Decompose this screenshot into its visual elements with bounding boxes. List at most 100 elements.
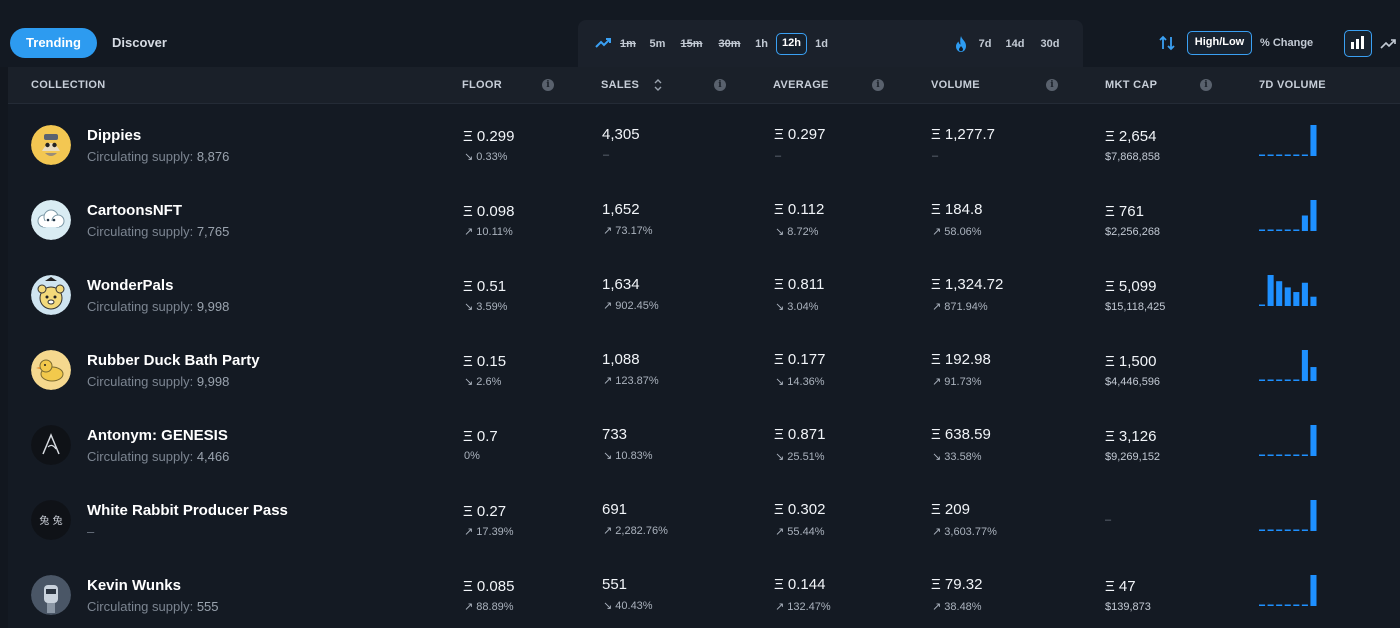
timeframe-5m[interactable]: 5m: [648, 33, 667, 55]
line-chart-view-icon[interactable]: [1380, 35, 1398, 53]
floor-price: Ξ 0.27: [463, 503, 507, 520]
volume-value: Ξ 184.8: [931, 201, 983, 218]
table-row[interactable]: Kevin Wunks Circulating supply: 555 Ξ 0.08…: [8, 559, 1400, 628]
bar-chart-view-button[interactable]: [1344, 30, 1372, 57]
high-low-toggle[interactable]: High/Low: [1187, 31, 1252, 55]
circulating-supply: Circulating supply: 555: [87, 599, 219, 614]
mkt-cap-usd: $15,118,425: [1105, 301, 1166, 313]
white-rabbit-avatar[interactable]: 兔 兔: [31, 500, 71, 540]
sparkline-bar: [1259, 304, 1266, 306]
col-average[interactable]: AVERAGE: [773, 67, 829, 103]
sparkline-bar: [1267, 604, 1274, 606]
sales-change: ↘ 40.43%: [603, 600, 653, 612]
col-volume[interactable]: VOLUME: [931, 67, 980, 103]
timeframe-selector: 1m 5m 15m 30m 1h 12h 1d 7d 14d 30d: [578, 20, 1083, 67]
col-mkt-cap[interactable]: MKT CAP: [1105, 67, 1157, 103]
average-price: Ξ 0.871: [774, 426, 826, 443]
collection-name[interactable]: White Rabbit Producer Pass: [87, 502, 288, 519]
average-price: Ξ 0.811: [774, 276, 825, 293]
col-collection[interactable]: COLLECTION: [31, 67, 106, 103]
sparkline-bar: [1259, 454, 1266, 456]
table-row[interactable]: CartoonsNFT Circulating supply: 7,765 Ξ 0.…: [8, 184, 1400, 259]
percent-change-toggle[interactable]: % Change: [1260, 31, 1313, 55]
tab-trending[interactable]: Trending: [10, 28, 97, 58]
sparkline-bar: [1293, 454, 1300, 456]
floor-change: ↘ 3.59%: [464, 301, 508, 313]
sales-count: 1,634: [602, 276, 640, 293]
wonderpals-avatar[interactable]: [31, 275, 71, 315]
timeframe-7d[interactable]: 7d: [978, 33, 992, 55]
collection-name[interactable]: Rubber Duck Bath Party: [87, 352, 260, 369]
col-floor[interactable]: FLOOR: [462, 67, 502, 103]
tab-discover[interactable]: Discover: [112, 28, 167, 58]
sparkline-bar: [1276, 154, 1283, 156]
volume-change: ↗ 871.94%: [932, 301, 988, 313]
sparkline-bar: [1310, 367, 1317, 381]
sales-info-icon[interactable]: i: [714, 79, 726, 91]
col-sales[interactable]: SALES: [601, 67, 639, 103]
timeframe-14d[interactable]: 14d: [1005, 33, 1025, 55]
sparkline-bar: [1293, 379, 1300, 381]
circulating-supply: Circulating supply: 4,466: [87, 449, 230, 464]
table-row[interactable]: Rubber Duck Bath Party Circulating supply…: [8, 334, 1400, 409]
collection-name[interactable]: CartoonsNFT: [87, 202, 182, 219]
circulating-supply: Circulating supply: 8,876: [87, 149, 230, 164]
sparkline-bar: [1284, 379, 1291, 381]
volume-change: ↘ 33.58%: [932, 451, 982, 463]
collection-name[interactable]: WonderPals: [87, 277, 173, 294]
dippies-avatar[interactable]: [31, 125, 71, 165]
collection-name[interactable]: Dippies: [87, 127, 141, 144]
sparkline-bar: [1310, 200, 1317, 231]
table-header: COLLECTION FLOOR i SALES i AVERAGE i VOL…: [8, 67, 1400, 104]
cartoons-avatar[interactable]: [31, 200, 71, 240]
top-bar: Trending Discover 1m 5m 15m 30m 1h 12h 1…: [0, 0, 1400, 67]
volume-value: Ξ 1,277.7: [931, 126, 995, 143]
mktcap-info-icon[interactable]: i: [1200, 79, 1212, 91]
sparkline-bar: [1267, 275, 1274, 306]
circulating-supply: –: [87, 524, 95, 539]
sparkline-bar: [1301, 604, 1308, 606]
average-info-icon[interactable]: i: [872, 79, 884, 91]
average-price: Ξ 0.144: [774, 576, 826, 593]
floor-price: Ξ 0.085: [463, 578, 515, 595]
floor-info-icon[interactable]: i: [542, 79, 554, 91]
sparkline-bar: [1284, 529, 1291, 531]
timeframe-1d[interactable]: 1d: [814, 33, 829, 55]
volume-7d-sparkline: [1259, 350, 1317, 381]
timeframe-15m[interactable]: 15m: [679, 33, 704, 55]
duck-avatar[interactable]: [31, 350, 71, 390]
sparkline-bar: [1259, 379, 1266, 381]
collections-table: COLLECTION FLOOR i SALES i AVERAGE i VOL…: [8, 67, 1400, 628]
mkt-cap-eth: Ξ 761: [1105, 203, 1144, 220]
bar-chart-icon: [1351, 36, 1364, 49]
volume-info-icon[interactable]: i: [1046, 79, 1058, 91]
collection-name[interactable]: Antonym: GENESIS: [87, 427, 228, 444]
timeframe-1h[interactable]: 1h: [754, 33, 769, 55]
sparkline-bar: [1276, 529, 1283, 531]
collection-name[interactable]: Kevin Wunks: [87, 577, 181, 594]
sales-change: ↗ 73.17%: [603, 225, 653, 237]
average-change: –: [775, 150, 782, 162]
kevin-avatar[interactable]: [31, 575, 71, 615]
sparkline-bar: [1276, 281, 1283, 306]
table-row[interactable]: Dippies Circulating supply: 8,876 Ξ 0.299 ↘…: [8, 109, 1400, 184]
timeframe-30d[interactable]: 30d: [1039, 33, 1061, 55]
table-row[interactable]: WonderPals Circulating supply: 9,998 Ξ 0.5…: [8, 259, 1400, 334]
sparkline-bar: [1284, 604, 1291, 606]
sparkline-bar: [1259, 229, 1266, 231]
antonym-avatar[interactable]: [31, 425, 71, 465]
sort-updown-icon[interactable]: [653, 77, 663, 93]
sparkline-bar: [1310, 296, 1317, 306]
timeframe-12h[interactable]: 12h: [776, 33, 807, 55]
sparkline-bar: [1293, 604, 1300, 606]
timeframe-30m[interactable]: 30m: [716, 33, 743, 55]
col-7d-volume[interactable]: 7D VOLUME: [1259, 67, 1326, 103]
svg-text:兔 兔: 兔 兔: [39, 514, 62, 527]
mkt-cap-usd: $9,269,152: [1105, 451, 1161, 463]
table-row[interactable]: 兔 兔 White Rabbit Producer Pass – Ξ 0.27 ↗ 17…: [8, 484, 1400, 559]
sort-arrows-icon[interactable]: [1158, 34, 1176, 52]
circulating-supply: Circulating supply: 9,998: [87, 299, 230, 314]
supply-value: 8,876: [196, 149, 230, 164]
table-row[interactable]: Antonym: GENESIS Circulating supply: 4,46…: [8, 409, 1400, 484]
timeframe-1m[interactable]: 1m: [619, 33, 637, 55]
